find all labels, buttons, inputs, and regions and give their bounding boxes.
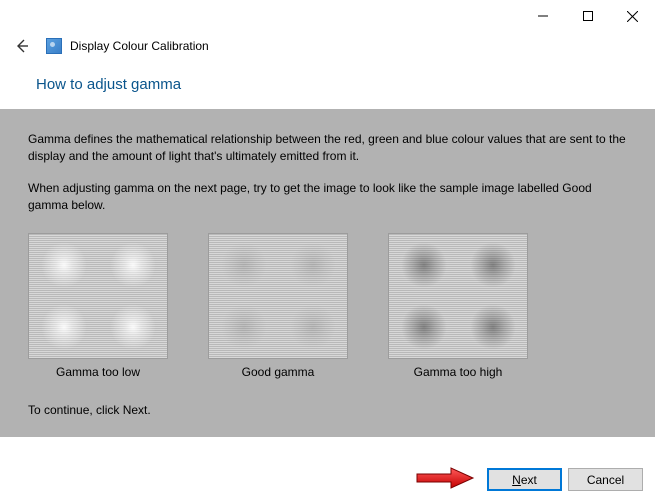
maximize-button[interactable] [565,2,610,30]
app-title: Display Colour Calibration [70,39,209,53]
minimize-button[interactable] [520,2,565,30]
sample-gamma-high: Gamma too high [388,233,528,379]
next-button-label-rest: ext [521,473,537,487]
app-icon [46,38,62,54]
sample-label-good: Good gamma [208,365,348,379]
intro-paragraph-2: When adjusting gamma on the next page, t… [28,180,627,215]
sample-image-good [208,233,348,359]
content-panel: Gamma defines the mathematical relations… [0,109,655,437]
gamma-samples: Gamma too low Good gamma [28,233,627,379]
wizard-footer: Next Cancel [487,468,643,491]
sample-image-low [28,233,168,359]
continue-hint: To continue, click Next. [28,403,627,417]
close-button[interactable] [610,2,655,30]
sample-gamma-low: Gamma too low [28,233,168,379]
back-button[interactable] [12,36,32,56]
sample-label-high: Gamma too high [388,365,528,379]
titlebar [0,0,655,30]
page-heading: How to adjust gamma [0,70,655,109]
annotation-arrow-icon [415,465,475,491]
sample-gamma-good: Good gamma [208,233,348,379]
wizard-header: Display Colour Calibration [0,30,655,70]
sample-label-low: Gamma too low [28,365,168,379]
sample-image-high [388,233,528,359]
intro-paragraph-1: Gamma defines the mathematical relations… [28,131,627,166]
cancel-button[interactable]: Cancel [568,468,643,491]
next-button[interactable]: Next [487,468,562,491]
